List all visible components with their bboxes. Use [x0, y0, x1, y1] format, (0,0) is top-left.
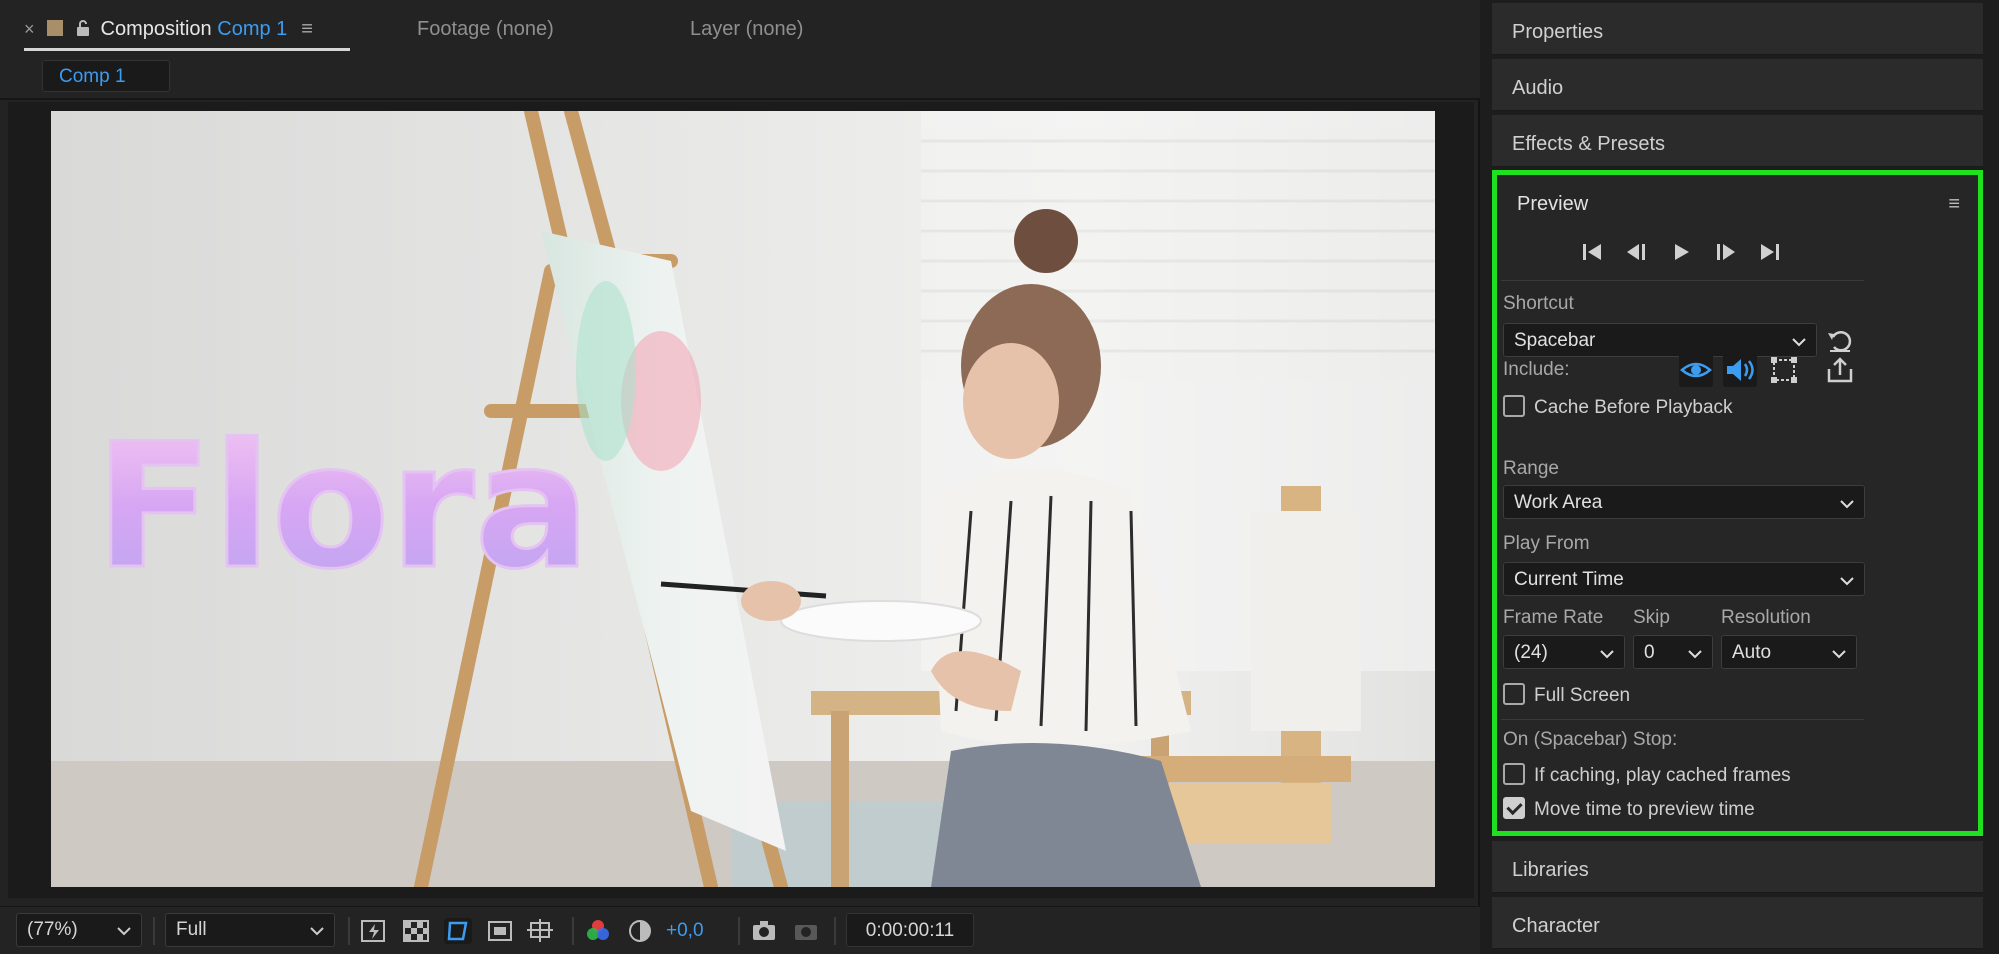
play-icon[interactable] — [1667, 239, 1695, 265]
mask-path-visibility-icon[interactable] — [444, 918, 472, 944]
tab-composition-prefix: Composition — [100, 18, 212, 40]
right-panel-stack: Properties Audio Effects & Presets Previ… — [1484, 0, 1999, 954]
checkbox[interactable] — [1503, 683, 1525, 705]
frame-rate-value: (24) — [1514, 642, 1548, 663]
on-stop-label: On (Spacebar) Stop: — [1503, 729, 1678, 750]
move-time-label: Move time to preview time — [1534, 799, 1755, 820]
preview-resolution-value: Auto — [1732, 642, 1772, 663]
preview-panel-title: Preview — [1517, 193, 1589, 215]
skip-label: Skip — [1633, 607, 1670, 628]
show-snapshot-icon[interactable] — [792, 918, 820, 944]
resolution-dropdown[interactable]: Full — [165, 913, 335, 947]
panel-properties[interactable]: Properties — [1492, 3, 1983, 55]
checkbox[interactable] — [1503, 797, 1525, 819]
full-screen-checkbox[interactable]: Full Screen — [1503, 683, 1630, 709]
frame-rate-label: Frame Rate — [1503, 607, 1604, 628]
panel-character[interactable]: Character — [1492, 897, 1983, 949]
range-dropdown[interactable]: Work Area — [1503, 485, 1865, 519]
cache-before-playback-label: Cache Before Playback — [1534, 397, 1733, 418]
previous-frame-icon[interactable] — [1623, 239, 1651, 265]
include-video-eye-icon[interactable] — [1679, 353, 1713, 387]
panel-audio[interactable]: Audio — [1492, 59, 1983, 111]
divider — [348, 917, 350, 945]
resolution-label: Resolution — [1721, 607, 1811, 628]
tab-composition-name: Comp 1 — [217, 18, 288, 40]
skip-dropdown[interactable]: 0 — [1633, 635, 1713, 669]
if-caching-checkbox[interactable]: If caching, play cached frames — [1503, 763, 1791, 789]
exposure-value[interactable]: +0,0 — [666, 920, 704, 942]
move-time-checkbox[interactable]: Move time to preview time — [1503, 797, 1755, 823]
flora-title-text: Flora — [95, 406, 591, 607]
transparency-grid-icon[interactable] — [402, 918, 430, 944]
cache-before-playback-checkbox[interactable]: Cache Before Playback — [1503, 395, 1733, 421]
chevron-down-icon — [310, 920, 324, 942]
tab-footage[interactable]: Footage (none) — [417, 18, 554, 41]
shortcut-value: Spacebar — [1514, 330, 1596, 351]
magnification-value: (77%) — [27, 919, 78, 940]
include-audio-speaker-icon[interactable] — [1723, 353, 1757, 387]
skip-value: 0 — [1644, 642, 1655, 663]
chevron-down-icon — [1832, 643, 1846, 665]
active-tab-underline — [24, 48, 350, 51]
range-value: Work Area — [1514, 492, 1603, 513]
checkbox[interactable] — [1503, 395, 1525, 417]
play-from-label: Play From — [1503, 533, 1590, 554]
label-color-swatch[interactable] — [46, 20, 63, 36]
preview-panel: Preview ≡ Shortcut Spacebar Include: Cac… — [1492, 170, 1983, 836]
include-overlays-icon[interactable] — [1767, 353, 1801, 387]
frame-rate-dropdown[interactable]: (24) — [1503, 635, 1625, 669]
tab-layer[interactable]: Layer (none) — [690, 18, 803, 41]
close-icon[interactable]: × — [24, 19, 35, 39]
composition-navigator-bar: Comp 1 — [0, 56, 1480, 100]
range-label: Range — [1503, 458, 1559, 479]
resolution-value: Full — [176, 919, 207, 940]
shortcut-dropdown[interactable]: Spacebar — [1503, 323, 1817, 357]
comp-navigator-chip[interactable]: Comp 1 — [42, 60, 170, 92]
chevron-down-icon — [1840, 493, 1854, 515]
panel-libraries[interactable]: Libraries — [1492, 841, 1983, 893]
full-screen-label: Full Screen — [1534, 685, 1631, 706]
preview-resolution-dropdown[interactable]: Auto — [1721, 635, 1857, 669]
magnification-dropdown[interactable]: (77%) — [16, 913, 142, 947]
first-frame-icon[interactable] — [1579, 239, 1607, 265]
checkbox[interactable] — [1503, 763, 1525, 785]
grid-guides-icon[interactable] — [526, 918, 554, 944]
divider — [834, 917, 836, 945]
tab-composition[interactable]: × Composition Comp 1 ≡ — [24, 18, 313, 43]
composition-canvas[interactable]: Flora — [51, 111, 1435, 887]
fast-previews-icon[interactable] — [360, 918, 388, 944]
divider — [738, 917, 740, 945]
current-time-display[interactable]: 0:00:00:11 — [846, 913, 974, 947]
chevron-down-icon — [117, 920, 131, 942]
include-label: Include: — [1503, 359, 1570, 380]
play-from-value: Current Time — [1514, 569, 1624, 590]
composition-frame-image: Flora — [51, 111, 1435, 887]
lock-icon[interactable] — [75, 19, 91, 43]
region-of-interest-icon[interactable] — [486, 918, 514, 944]
chevron-down-icon — [1600, 643, 1614, 665]
last-frame-icon[interactable] — [1755, 239, 1783, 265]
chevron-down-icon — [1792, 331, 1806, 353]
panel-effects-presets[interactable]: Effects & Presets — [1492, 115, 1983, 167]
viewer-bottom-bar: (77%) Full +0,0 0:00:00:11 — [0, 906, 1480, 954]
color-channels-icon[interactable] — [584, 918, 612, 944]
export-preview-icon[interactable] — [1823, 353, 1857, 387]
chevron-down-icon — [1840, 570, 1854, 592]
next-frame-icon[interactable] — [1711, 239, 1739, 265]
play-from-dropdown[interactable]: Current Time — [1503, 562, 1865, 596]
panel-menu-icon[interactable]: ≡ — [301, 18, 313, 40]
divider — [153, 917, 155, 945]
divider — [1501, 280, 1864, 281]
reset-exposure-icon[interactable] — [626, 918, 654, 944]
panel-menu-icon[interactable]: ≡ — [1948, 193, 1960, 216]
composition-tab-bar: × Composition Comp 1 ≡ Footage (none) Laye… — [0, 0, 1480, 56]
chevron-down-icon — [1688, 643, 1702, 665]
divider — [1501, 719, 1864, 720]
shortcut-label: Shortcut — [1503, 293, 1574, 314]
reset-shortcut-icon[interactable] — [1825, 327, 1855, 355]
if-caching-label: If caching, play cached frames — [1534, 765, 1791, 786]
divider — [572, 917, 574, 945]
snapshot-camera-icon[interactable] — [750, 918, 778, 944]
composition-panel: × Composition Comp 1 ≡ Footage (none) Laye… — [0, 0, 1480, 954]
